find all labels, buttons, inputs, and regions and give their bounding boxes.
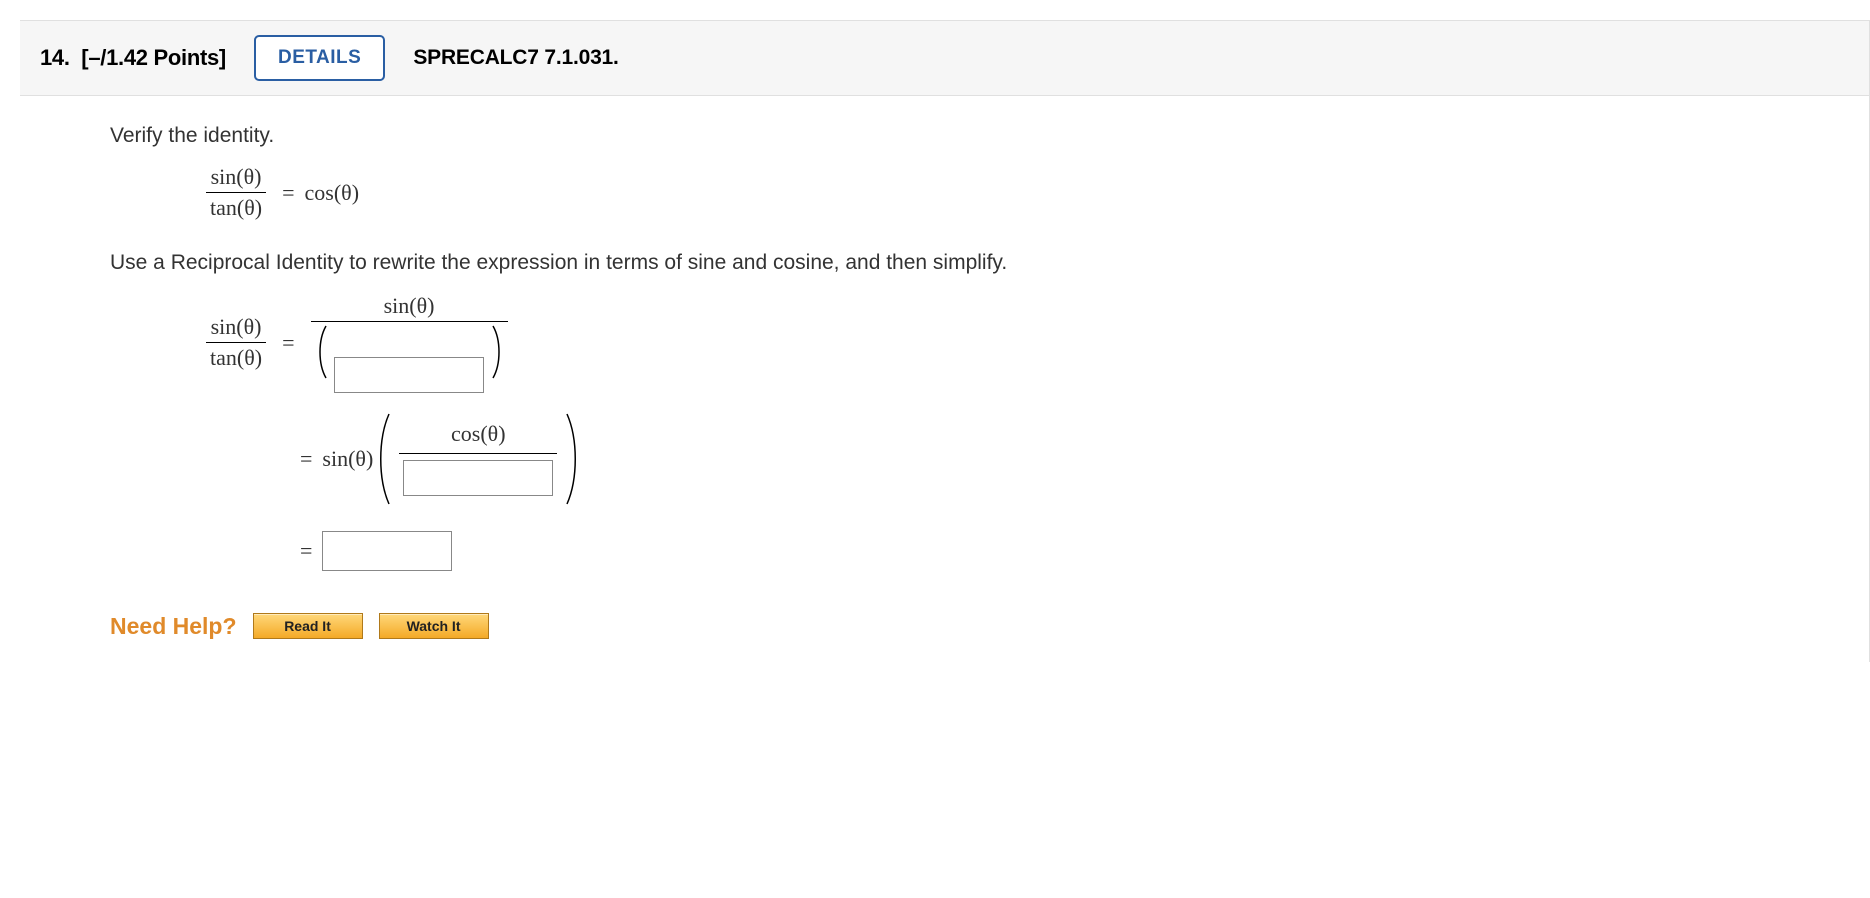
step3-answer-input[interactable] xyxy=(322,531,452,571)
equals-sign: = xyxy=(282,330,294,356)
fraction-numerator: cos(θ) xyxy=(447,421,510,453)
question-number-points: 14. [–/1.42 Points] xyxy=(40,45,226,71)
help-row: Need Help? Read It Watch It xyxy=(110,613,1869,640)
fraction-numerator: sin(θ) xyxy=(380,293,439,321)
left-paren-icon xyxy=(375,411,393,507)
sub-instruction-text: Use a Reciprocal Identity to rewrite the… xyxy=(110,251,1869,275)
fraction-denominator xyxy=(399,453,557,496)
instruction-text: Verify the identity. xyxy=(110,124,1869,148)
fraction-denominator: tan(θ) xyxy=(206,192,266,221)
question-body: Verify the identity. sin(θ) tan(θ) = cos… xyxy=(20,96,1869,662)
read-it-button[interactable]: Read It xyxy=(253,613,363,639)
step1-rhs-fraction: sin(θ) xyxy=(311,293,508,393)
step2-expression: = sin(θ) cos(θ) xyxy=(290,411,1869,507)
step2-answer-input[interactable] xyxy=(403,460,553,496)
identity-expression: sin(θ) tan(θ) = cos(θ) xyxy=(200,164,1869,221)
step2-prefix: sin(θ) xyxy=(322,446,373,472)
step1-lhs-fraction: sin(θ) tan(θ) xyxy=(206,314,266,371)
equals-sign: = xyxy=(300,446,312,472)
left-paren-icon xyxy=(315,324,329,380)
fraction-numerator: sin(θ) xyxy=(207,164,266,192)
question-container: 14. [–/1.42 Points] DETAILS SPRECALC7 7.… xyxy=(20,20,1870,662)
step3-expression: = xyxy=(290,531,1869,571)
step2-inner-fraction: cos(θ) xyxy=(399,421,557,496)
step1-answer-input[interactable] xyxy=(334,357,484,393)
fraction-numerator: sin(θ) xyxy=(207,314,266,342)
need-help-label: Need Help? xyxy=(110,613,237,640)
question-reference: SPRECALC7 7.1.031. xyxy=(413,46,618,70)
equals-sign: = xyxy=(300,538,312,564)
details-button[interactable]: DETAILS xyxy=(254,35,385,81)
question-header: 14. [–/1.42 Points] DETAILS SPRECALC7 7.… xyxy=(20,21,1869,96)
identity-lhs-fraction: sin(θ) tan(θ) xyxy=(206,164,266,221)
step1-expression: sin(θ) tan(θ) = sin(θ) xyxy=(200,293,1869,393)
right-paren-icon xyxy=(490,324,504,380)
equals-sign: = xyxy=(282,180,294,206)
right-paren-icon xyxy=(563,411,581,507)
fraction-denominator xyxy=(311,321,508,393)
watch-it-button[interactable]: Watch It xyxy=(379,613,489,639)
fraction-denominator: tan(θ) xyxy=(206,342,266,371)
identity-rhs: cos(θ) xyxy=(305,180,360,206)
